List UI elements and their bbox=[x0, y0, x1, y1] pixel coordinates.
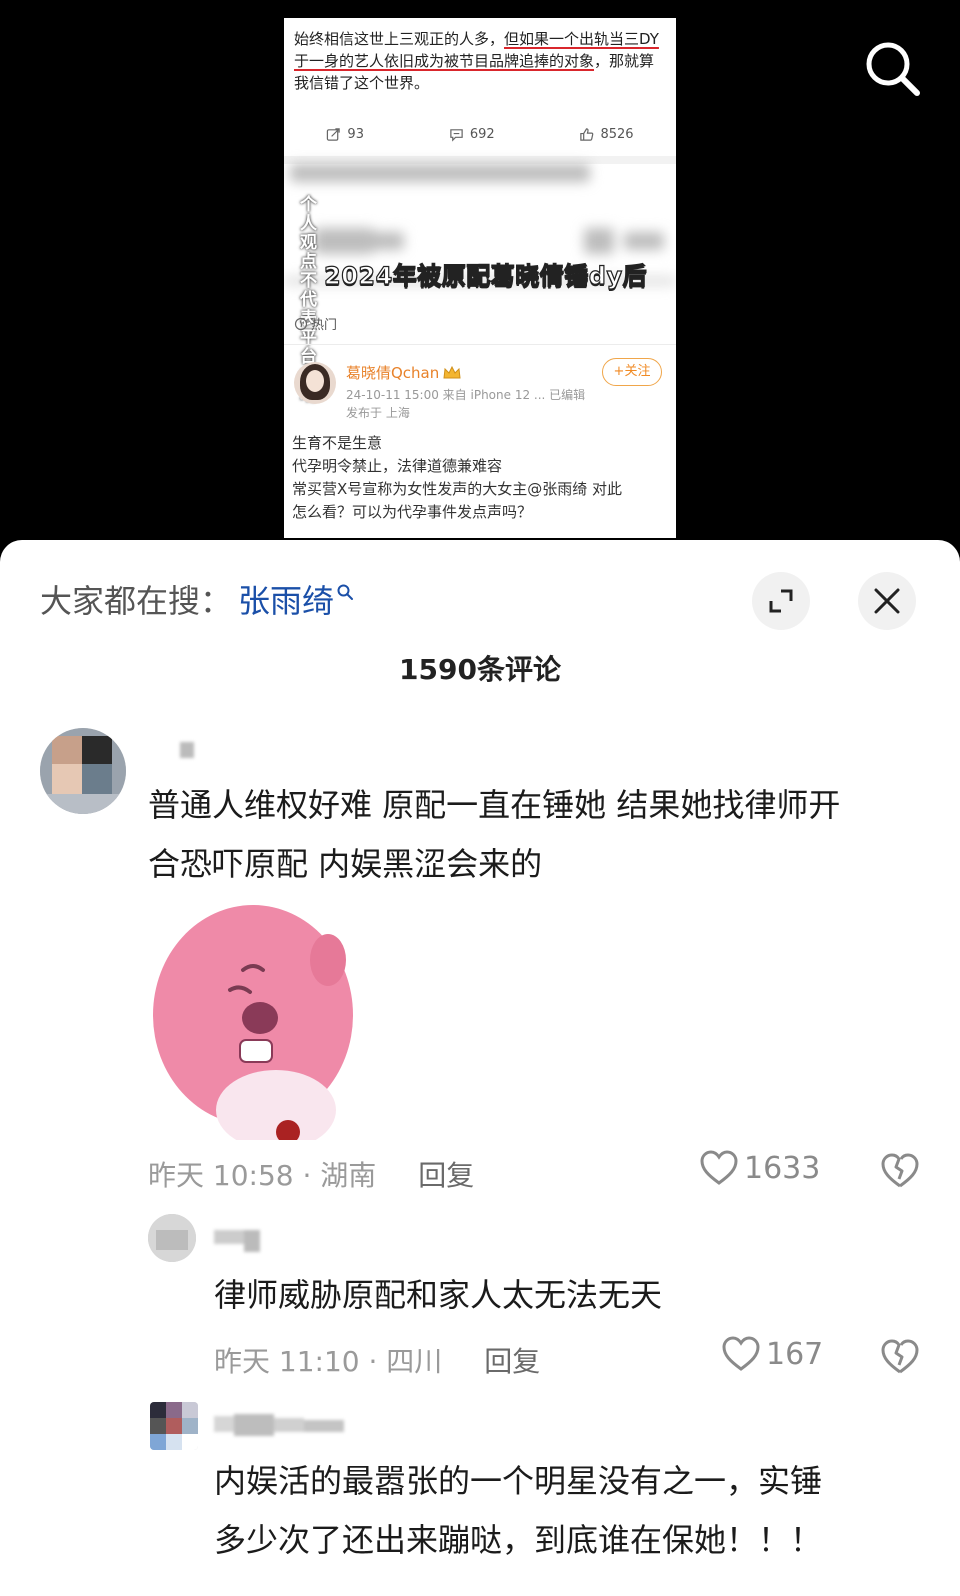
author-avatar bbox=[294, 362, 336, 404]
comment-line: 律师威胁原配和家人太无法无天 bbox=[214, 1276, 663, 1314]
comment-count-title: 1590条评论 bbox=[399, 653, 561, 686]
comment-count: 692 bbox=[469, 126, 495, 142]
crown-icon bbox=[443, 365, 461, 378]
author-name-text: 葛晓倩Qchan bbox=[346, 364, 440, 382]
repost-stat: 93 bbox=[326, 127, 364, 142]
avatar[interactable] bbox=[40, 728, 126, 814]
expand-icon bbox=[769, 589, 793, 613]
trending-search-prefix: 大家都在搜： bbox=[40, 582, 233, 620]
like-count: 1633 bbox=[744, 1150, 821, 1186]
author-name: 葛晓倩Qchan bbox=[346, 362, 461, 383]
broken-heart-icon[interactable] bbox=[880, 1150, 920, 1190]
weibo-post-screenshot: 始终相信这世上三观正的人多，但如果一个出轨当三DY于一身的艺人依旧成为被节目品牌… bbox=[284, 18, 676, 538]
comment-text: 律师威胁原配和家人太无法无天 bbox=[214, 1266, 914, 1325]
divider bbox=[284, 344, 676, 345]
username-blurred[interactable] bbox=[150, 742, 200, 762]
comment-line: 合恐吓原配 内娱黑涩会来的 bbox=[148, 845, 543, 883]
avatar[interactable] bbox=[148, 1214, 196, 1262]
search-icon bbox=[337, 584, 354, 600]
comment-meta: 昨天 10:58 · 湖南 回复 bbox=[148, 1154, 474, 1194]
divider bbox=[284, 156, 676, 164]
heart-icon bbox=[722, 1336, 760, 1371]
comment-time: 昨天 10:58 · 湖南 bbox=[148, 1159, 377, 1192]
trending-search[interactable]: 大家都在搜： 张雨绮 bbox=[40, 576, 354, 622]
comment-text: 内娱活的最嚣张的一个明星没有之一，实锤 多少次了还出来蹦哒，到底谁在保她！！！ bbox=[214, 1452, 934, 1570]
repost-icon bbox=[327, 127, 341, 141]
comment-stat: 692 bbox=[449, 127, 495, 142]
expand-button[interactable] bbox=[752, 572, 810, 630]
post-body-line: 常买营X号宣称为女性发声的大女主@张雨绮 对此 bbox=[292, 480, 623, 498]
hot-label: 热门 bbox=[311, 318, 338, 333]
hot-tag: 热门 bbox=[294, 314, 337, 333]
like-count: 167 bbox=[766, 1336, 824, 1372]
sticker-image bbox=[153, 905, 353, 1140]
post-text-part: 始终相信这世上三观正的人多， bbox=[294, 30, 505, 48]
reply-button[interactable]: 回复 bbox=[484, 1340, 540, 1380]
search-icon[interactable] bbox=[862, 38, 924, 100]
comment-line: 多少次了还出来蹦哒，到底谁在保她！！！ bbox=[214, 1521, 823, 1559]
post-meta-line: 24-10-11 15:00 来自 iPhone 12 ... 已编辑 bbox=[346, 388, 586, 402]
video-overlay-title: 2024年被原配葛晓倩锤dy后 bbox=[323, 261, 648, 290]
close-icon bbox=[874, 588, 900, 614]
video-player[interactable]: 始终相信这世上三观正的人多，但如果一个出轨当三DY于一身的艺人依旧成为被节目品牌… bbox=[0, 0, 960, 560]
comment-line: 普通人维权好难 原配一直在锤她 结果她找律师开 bbox=[148, 786, 841, 824]
post-body-line: 怎么看？可以为代孕事件发点声吗？ bbox=[292, 503, 533, 521]
post-body-line: 生育不是生意 bbox=[292, 434, 383, 452]
author-meta: 24-10-11 15:00 来自 iPhone 12 ... 已编辑 发布于 … bbox=[346, 386, 585, 422]
like-stat: 8526 bbox=[579, 126, 634, 142]
comment-line: 内娱活的最嚣张的一个明星没有之一，实锤 bbox=[214, 1462, 823, 1500]
reply-button[interactable]: 回复 bbox=[418, 1154, 474, 1194]
comment-sheet: 大家都在搜： 张雨绮 1590条评论 普通人维权好难 原配一直在锤她 结果她找律… bbox=[0, 540, 960, 1596]
post-stats: 93 692 8526 bbox=[284, 116, 676, 152]
heart-icon bbox=[700, 1150, 738, 1185]
thumbs-up-icon bbox=[580, 127, 594, 141]
close-button[interactable] bbox=[858, 572, 916, 630]
post-text: 始终相信这世上三观正的人多，但如果一个出轨当三DY于一身的艺人依旧成为被节目品牌… bbox=[294, 28, 668, 94]
like-button[interactable]: 1633 bbox=[700, 1150, 820, 1186]
comment-text: 普通人维权好难 原配一直在锤她 结果她找律师开 合恐吓原配 内娱黑涩会来的 bbox=[148, 776, 928, 894]
username-blurred[interactable] bbox=[214, 1414, 354, 1436]
post-body: 生育不是生意 代孕明令禁止，法律道德兼难容 常买营X号宣称为女性发声的大女主@张… bbox=[292, 432, 672, 524]
comment-icon bbox=[450, 128, 463, 142]
blurred-content bbox=[284, 164, 676, 314]
comment-time: 昨天 11:10 · 四川 bbox=[214, 1345, 443, 1378]
follow-button: +关注 bbox=[602, 358, 662, 386]
hot-icon bbox=[294, 317, 308, 330]
comment-meta: 昨天 11:10 · 四川 回复 bbox=[214, 1340, 540, 1380]
like-count: 8526 bbox=[600, 126, 634, 142]
username-blurred[interactable] bbox=[214, 1230, 274, 1252]
post-text-underlined: 但如果一个出轨当三 bbox=[504, 30, 640, 48]
post-body-line: 代孕明令禁止，法律道德兼难容 bbox=[292, 457, 503, 475]
avatar[interactable] bbox=[150, 1402, 198, 1450]
post-location: 发布于 上海 bbox=[346, 406, 410, 420]
trending-search-term[interactable]: 张雨绮 bbox=[238, 576, 334, 622]
broken-heart-icon[interactable] bbox=[880, 1336, 920, 1376]
repost-count: 93 bbox=[347, 126, 364, 142]
like-button[interactable]: 167 bbox=[722, 1336, 823, 1372]
